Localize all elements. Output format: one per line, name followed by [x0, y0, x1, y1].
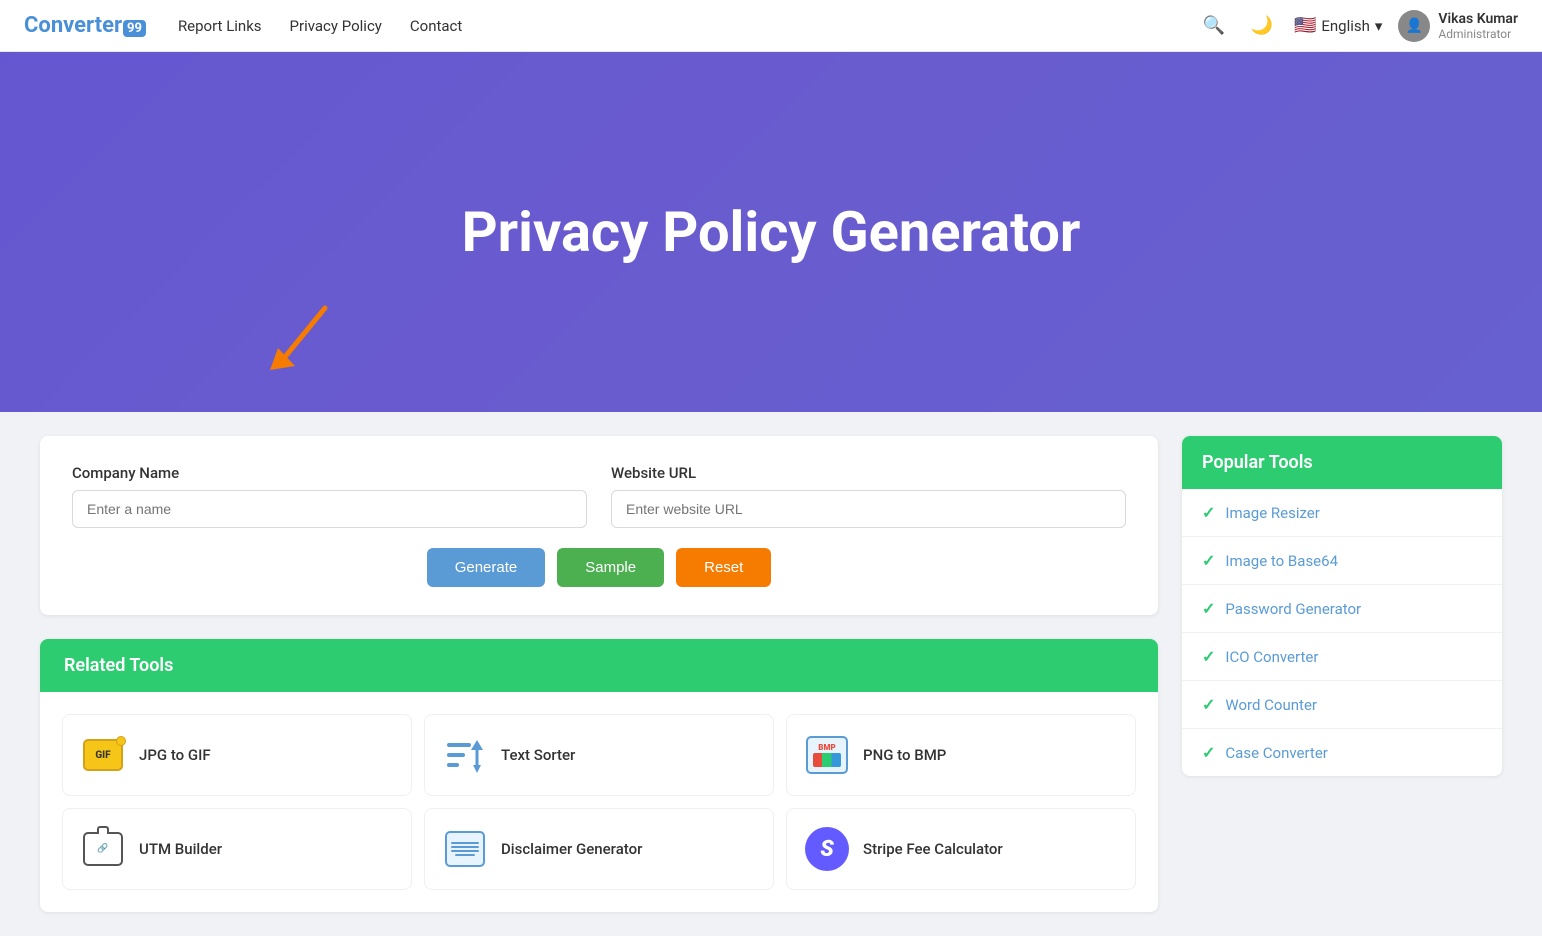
user-menu[interactable]: 👤 Vikas Kumar Administrator	[1398, 10, 1518, 42]
form-row: Company Name Website URL	[72, 464, 1126, 528]
tool-name-stripe-fee-calculator: Stripe Fee Calculator	[863, 840, 1003, 858]
stripe-icon: S	[803, 825, 851, 873]
website-url-input[interactable]	[611, 490, 1126, 528]
related-tools-header: Related Tools	[40, 639, 1158, 692]
reset-button[interactable]: Reset	[676, 548, 771, 587]
disclaimer-icon	[441, 825, 489, 873]
logo-badge: 99	[123, 20, 146, 37]
bmp-icon: BMP	[803, 731, 851, 779]
navbar-right: 🔍 🌙 🇺🇸 English ▾ 👤 Vikas Kumar Administr…	[1198, 10, 1518, 42]
avatar: 👤	[1398, 10, 1430, 42]
company-name-input[interactable]	[72, 490, 587, 528]
search-icon[interactable]: 🔍	[1198, 10, 1230, 42]
tool-name-jpg-gif: JPG to GIF	[139, 746, 211, 764]
list-item[interactable]: S Stripe Fee Calculator	[786, 808, 1136, 890]
company-name-group: Company Name	[72, 464, 587, 528]
hero-section: Privacy Policy Generator	[0, 52, 1542, 412]
main-content: Company Name Website URL Generate Sample…	[0, 412, 1542, 936]
arrow-indicator	[260, 298, 340, 382]
check-icon: ✓	[1202, 695, 1215, 714]
right-column: Popular Tools ✓ Image Resizer ✓ Image to…	[1182, 436, 1502, 912]
popular-tool-name: Image to Base64	[1225, 552, 1338, 570]
form-card: Company Name Website URL Generate Sample…	[40, 436, 1158, 615]
popular-tool-name: Image Resizer	[1225, 504, 1319, 522]
related-tools-card: Related Tools GIF JPG to GIF	[40, 639, 1158, 912]
utm-icon: 🔗	[79, 825, 127, 873]
chevron-down-icon: ▾	[1375, 17, 1383, 35]
generate-button[interactable]: Generate	[427, 548, 546, 587]
list-item[interactable]: GIF JPG to GIF	[62, 714, 412, 796]
sort-icon	[441, 731, 489, 779]
navbar: Converter99 Report Links Privacy Policy …	[0, 0, 1542, 52]
tool-name-text-sorter: Text Sorter	[501, 746, 575, 764]
user-role: Administrator	[1438, 27, 1518, 41]
list-item[interactable]: ✓ Word Counter	[1182, 681, 1502, 729]
list-item[interactable]: ✓ Image to Base64	[1182, 537, 1502, 585]
list-item[interactable]: Disclaimer Generator	[424, 808, 774, 890]
popular-tools-header: Popular Tools	[1182, 436, 1502, 489]
site-logo[interactable]: Converter99	[24, 13, 146, 38]
list-item[interactable]: Text Sorter	[424, 714, 774, 796]
popular-tool-name: Password Generator	[1225, 600, 1361, 618]
left-column: Company Name Website URL Generate Sample…	[40, 436, 1158, 912]
username: Vikas Kumar	[1438, 11, 1518, 27]
popular-tool-name: Word Counter	[1225, 696, 1317, 714]
check-icon: ✓	[1202, 743, 1215, 762]
nav-contact[interactable]: Contact	[410, 17, 462, 35]
user-info: Vikas Kumar Administrator	[1438, 11, 1518, 41]
list-item[interactable]: BMP PNG to BMP	[786, 714, 1136, 796]
list-item[interactable]: ✓ Password Generator	[1182, 585, 1502, 633]
check-icon: ✓	[1202, 503, 1215, 522]
language-flag: 🇺🇸	[1294, 15, 1316, 36]
tool-name-png-bmp: PNG to BMP	[863, 746, 946, 764]
check-icon: ✓	[1202, 647, 1215, 666]
language-label: English	[1321, 17, 1370, 35]
list-item[interactable]: 🔗 UTM Builder	[62, 808, 412, 890]
list-item[interactable]: ✓ ICO Converter	[1182, 633, 1502, 681]
sample-button[interactable]: Sample	[557, 548, 664, 587]
nav-privacy-policy[interactable]: Privacy Policy	[290, 17, 382, 35]
popular-tool-name: ICO Converter	[1225, 648, 1318, 666]
dark-mode-icon[interactable]: 🌙	[1246, 10, 1278, 42]
tools-grid: GIF JPG to GIF	[40, 692, 1158, 912]
logo-text: Converter	[24, 13, 122, 38]
tool-name-disclaimer-generator: Disclaimer Generator	[501, 840, 642, 858]
tool-name-utm-builder: UTM Builder	[139, 840, 222, 858]
form-actions: Generate Sample Reset	[72, 548, 1126, 587]
navbar-links: Report Links Privacy Policy Contact	[178, 17, 1198, 35]
website-url-label: Website URL	[611, 464, 1126, 482]
nav-report-links[interactable]: Report Links	[178, 17, 262, 35]
website-url-group: Website URL	[611, 464, 1126, 528]
language-selector[interactable]: 🇺🇸 English ▾	[1294, 15, 1382, 36]
gif-icon: GIF	[79, 731, 127, 779]
check-icon: ✓	[1202, 551, 1215, 570]
check-icon: ✓	[1202, 599, 1215, 618]
list-item[interactable]: ✓ Image Resizer	[1182, 489, 1502, 537]
popular-tool-name: Case Converter	[1225, 744, 1327, 762]
list-item[interactable]: ✓ Case Converter	[1182, 729, 1502, 776]
popular-tools-card: Popular Tools ✓ Image Resizer ✓ Image to…	[1182, 436, 1502, 776]
company-name-label: Company Name	[72, 464, 587, 482]
page-title: Privacy Policy Generator	[462, 199, 1081, 265]
